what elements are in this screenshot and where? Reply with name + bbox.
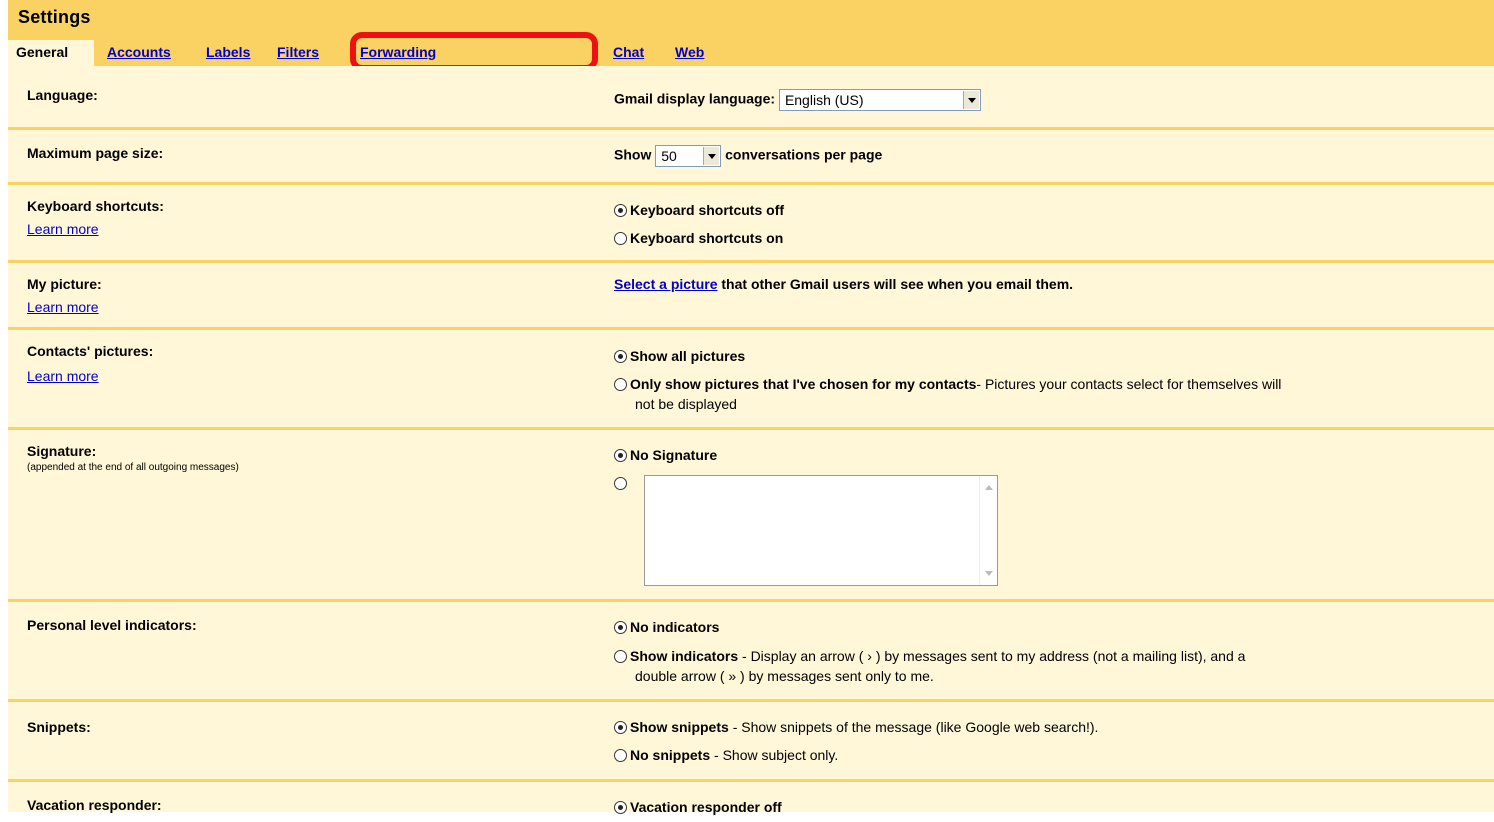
- radio-selected-icon[interactable]: [614, 801, 627, 814]
- radio-unselected-icon[interactable]: [614, 232, 627, 245]
- radio-selected-icon[interactable]: [614, 721, 627, 734]
- contacts-chosen-option[interactable]: Only show pictures that I've chosen for …: [614, 374, 1484, 414]
- scrollbar[interactable]: [979, 476, 997, 585]
- show-indicators-desc-2: double arrow ( » ) by messages sent only…: [635, 668, 934, 684]
- vacation-label: Vacation responder:: [27, 797, 162, 813]
- shortcuts-off-label: Keyboard shortcuts off: [630, 202, 785, 218]
- contacts-chosen-desc-2: not be displayed: [635, 396, 737, 412]
- show-snippets-option[interactable]: Show snippets - Show snippets of the mes…: [614, 719, 1098, 735]
- shortcuts-label: Keyboard shortcuts:: [27, 198, 164, 214]
- language-setting: Gmail display language: English (US): [614, 89, 981, 111]
- contacts-show-all-option[interactable]: Show all pictures: [614, 348, 745, 364]
- contacts-chosen-label: Only show pictures that I've chosen for …: [630, 376, 977, 392]
- tab-filters-link[interactable]: Filters: [277, 44, 319, 60]
- no-signature-option[interactable]: No Signature: [614, 447, 717, 463]
- row-page-size: Maximum page size: Show 50 conversations…: [8, 130, 1494, 185]
- contacts-pictures-label: Contacts' pictures:: [27, 343, 154, 359]
- tab-chat[interactable]: Chat: [613, 40, 644, 66]
- radio-unselected-icon[interactable]: [614, 650, 627, 663]
- language-select[interactable]: English (US): [778, 89, 981, 111]
- scroll-down-icon[interactable]: [985, 571, 993, 576]
- radio-selected-icon[interactable]: [614, 204, 627, 217]
- tab-labels-link[interactable]: Labels: [206, 44, 250, 60]
- tab-web-clips[interactable]: Web Clips: [675, 40, 709, 84]
- chevron-down-icon[interactable]: [962, 91, 979, 109]
- snippets-label: Snippets:: [27, 719, 91, 735]
- contacts-show-all-label: Show all pictures: [630, 348, 746, 364]
- shortcuts-off-option[interactable]: Keyboard shortcuts off: [614, 202, 784, 218]
- row-snippets: Snippets: Show snippets - Show snippets …: [8, 702, 1494, 782]
- tab-general[interactable]: General: [8, 40, 94, 66]
- radio-selected-icon[interactable]: [614, 350, 627, 363]
- signature-textarea[interactable]: [644, 475, 998, 586]
- settings-content: Language: Gmail display language: Englis…: [8, 66, 1494, 815]
- my-picture-label: My picture:: [27, 276, 102, 292]
- my-picture-learn-more-link[interactable]: Learn more: [27, 299, 99, 315]
- language-label: Language:: [27, 87, 98, 103]
- my-picture-text: that other Gmail users will see when you…: [721, 276, 1074, 292]
- no-snippets-option[interactable]: No snippets - Show subject only.: [614, 747, 838, 763]
- vacation-off-label: Vacation responder off: [630, 799, 782, 815]
- no-signature-label: No Signature: [630, 447, 718, 463]
- page-size-value: 50: [661, 148, 677, 164]
- page-size-suffix: conversations per page: [725, 146, 883, 163]
- row-my-picture: My picture: Learn more Select a picture …: [8, 263, 1494, 330]
- signature-sublabel: (appended at the end of all outgoing mes…: [27, 462, 239, 473]
- no-snippets-desc: - Show subject only.: [714, 747, 839, 763]
- select-picture-link[interactable]: Select a picture: [614, 276, 718, 292]
- row-contacts-pictures: Contacts' pictures: Learn more Show all …: [8, 330, 1494, 430]
- show-indicators-desc: - Display an arrow ( › ) by messages sen…: [742, 648, 1246, 664]
- row-keyboard-shortcuts: Keyboard shortcuts: Learn more Keyboard …: [8, 185, 1494, 263]
- row-language: Language: Gmail display language: Englis…: [8, 66, 1494, 130]
- page-title: Settings: [18, 7, 91, 27]
- radio-unselected-icon[interactable]: [614, 378, 627, 391]
- show-indicators-option[interactable]: Show indicators - Display an arrow ( › )…: [614, 646, 1474, 686]
- row-personal-indicators: Personal level indicators: No indicators…: [8, 602, 1494, 702]
- tab-filters[interactable]: Filters: [277, 40, 319, 66]
- tab-accounts[interactable]: Accounts: [107, 40, 171, 66]
- contacts-chosen-desc: - Pictures your contacts select for them…: [976, 376, 1282, 392]
- page-size-label: Maximum page size:: [27, 145, 164, 161]
- shortcuts-on-label: Keyboard shortcuts on: [630, 230, 784, 246]
- row-signature: Signature: (appended at the end of all o…: [8, 430, 1494, 602]
- contacts-learn-more-link[interactable]: Learn more: [27, 368, 99, 384]
- no-snippets-label: No snippets: [630, 747, 711, 763]
- shortcuts-on-option[interactable]: Keyboard shortcuts on: [614, 230, 783, 246]
- language-select-value: English (US): [784, 92, 864, 108]
- no-indicators-option[interactable]: No indicators: [614, 619, 719, 635]
- custom-signature-option[interactable]: [614, 475, 630, 491]
- no-indicators-label: No indicators: [630, 619, 720, 635]
- vacation-off-option[interactable]: Vacation responder off: [614, 799, 782, 815]
- show-snippets-desc: - Show snippets of the message (like Goo…: [732, 719, 1099, 735]
- chevron-down-icon[interactable]: [703, 147, 720, 165]
- scroll-up-icon[interactable]: [985, 485, 993, 490]
- tab-accounts-link[interactable]: Accounts: [107, 44, 171, 60]
- shortcuts-learn-more-link[interactable]: Learn more: [27, 221, 99, 237]
- tab-chat-link[interactable]: Chat: [613, 44, 644, 60]
- radio-selected-icon[interactable]: [614, 449, 627, 462]
- indicators-label: Personal level indicators:: [27, 617, 197, 633]
- page-size-prefix: Show: [614, 146, 652, 163]
- page-size-select[interactable]: 50: [655, 145, 722, 167]
- row-vacation-responder: Vacation responder: Vacation responder o…: [8, 782, 1494, 822]
- radio-unselected-icon[interactable]: [614, 477, 627, 490]
- tab-labels[interactable]: Labels: [206, 40, 250, 66]
- radio-unselected-icon[interactable]: [614, 749, 627, 762]
- show-snippets-label: Show snippets: [630, 719, 729, 735]
- signature-label: Signature:: [27, 443, 97, 459]
- language-field-label: Gmail display language:: [614, 90, 776, 107]
- page-size-setting: Show 50 conversations per page: [614, 145, 882, 167]
- tab-forwarding[interactable]: Forwarding and POP/IMAP: [360, 40, 436, 108]
- radio-selected-icon[interactable]: [614, 621, 627, 634]
- show-indicators-label: Show indicators: [630, 648, 739, 664]
- my-picture-setting: Select a picture that other Gmail users …: [614, 276, 1073, 292]
